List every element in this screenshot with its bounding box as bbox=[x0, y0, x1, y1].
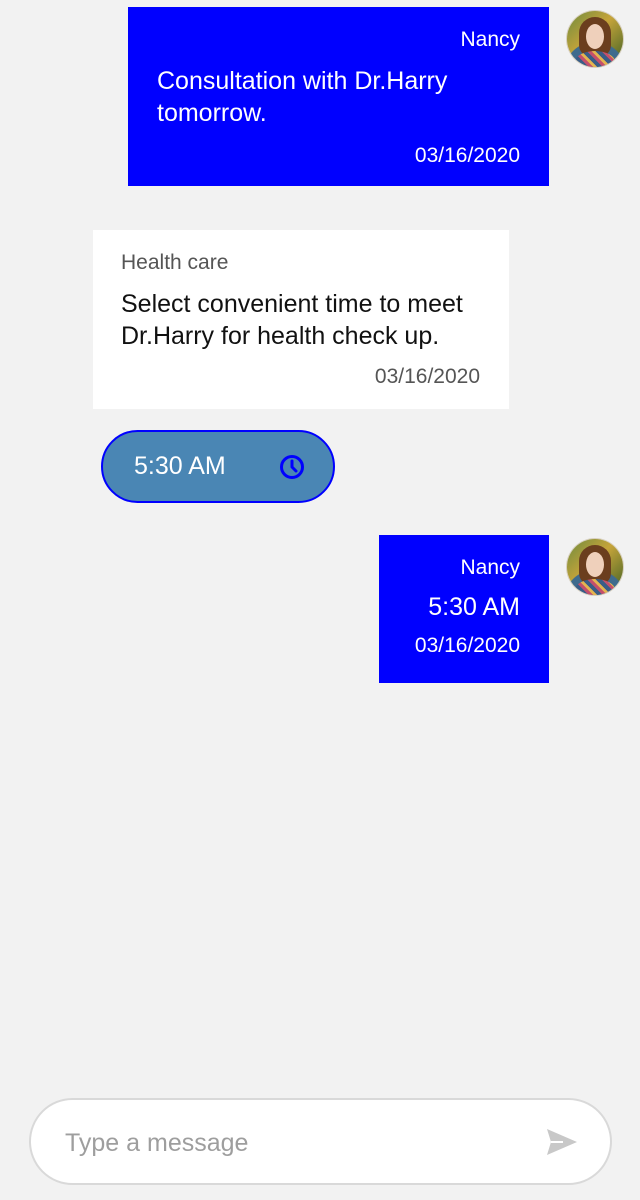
message-date: 03/16/2020 bbox=[414, 144, 520, 167]
send-icon bbox=[547, 1129, 577, 1155]
user-avatar bbox=[567, 539, 623, 595]
chat-thread: Nancy Consultation with Dr.Harry tomorro… bbox=[0, 0, 640, 1082]
message-date: 03/16/2020 bbox=[414, 634, 520, 657]
send-button[interactable] bbox=[543, 1124, 581, 1160]
user-avatar bbox=[567, 11, 623, 67]
outgoing-message-bubble: Nancy Consultation with Dr.Harry tomorro… bbox=[128, 7, 549, 186]
message-text: Consultation with Dr.Harry tomorrow. bbox=[157, 67, 448, 127]
message-sender: Nancy bbox=[460, 28, 520, 51]
message-date: 03/16/2020 bbox=[374, 365, 480, 388]
message-sender: Health care bbox=[121, 251, 229, 274]
message-text: Select convenient time to meet Dr.Harry … bbox=[121, 290, 463, 350]
time-picker-button[interactable]: 5:30 AM bbox=[101, 430, 335, 503]
message-text: 5:30 AM bbox=[428, 593, 520, 621]
clock-icon bbox=[280, 454, 304, 479]
outgoing-message-bubble: Nancy 5:30 AM 03/16/2020 bbox=[379, 535, 549, 683]
message-input[interactable] bbox=[63, 1122, 527, 1164]
message-sender: Nancy bbox=[460, 556, 520, 579]
message-composer bbox=[0, 1082, 640, 1200]
message-input-container bbox=[29, 1098, 612, 1185]
incoming-message-bubble: Health care Select convenient time to me… bbox=[93, 230, 509, 409]
time-picker-value: 5:30 AM bbox=[134, 452, 226, 480]
